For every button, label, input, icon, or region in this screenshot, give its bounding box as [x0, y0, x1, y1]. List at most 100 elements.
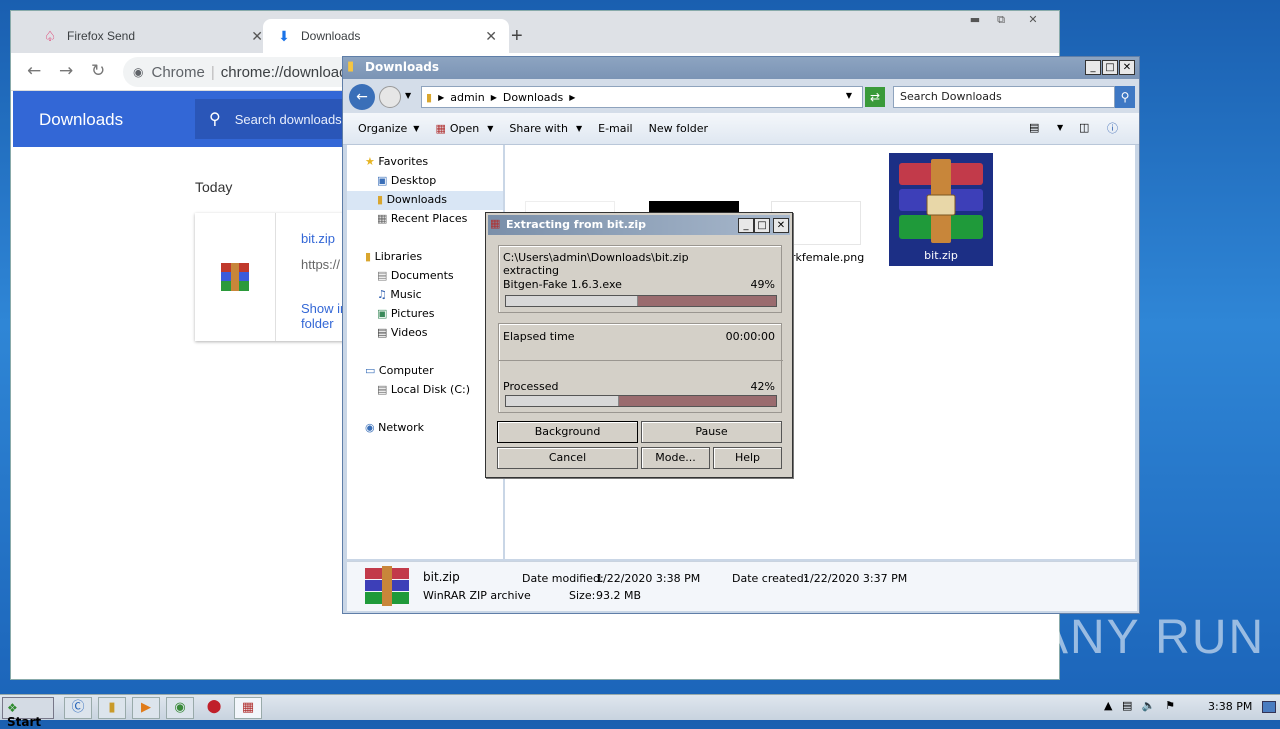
help-button[interactable]: Help	[713, 447, 782, 469]
tree-documents[interactable]: ▤ Documents	[377, 269, 454, 282]
file-progress-bar	[505, 295, 777, 307]
search-icon[interactable]: ⚲	[1115, 86, 1135, 108]
tab-firefox-send[interactable]: ♤ Firefox Send ✕	[29, 19, 275, 53]
maximize-icon[interactable]: □	[754, 218, 770, 233]
file-name: bit.zip	[924, 249, 958, 262]
close-icon[interactable]: ✕	[773, 218, 789, 233]
close-icon[interactable]: ✕	[1119, 60, 1135, 75]
tree-music[interactable]: ♫ Music	[377, 288, 422, 301]
explorer-toolbar: Organize ▼ ▦ Open ▼ Share with ▼ E-mail …	[343, 113, 1139, 145]
anyrun-watermark: ANY RUN	[1036, 611, 1266, 664]
pictures-icon: ▣	[377, 307, 388, 320]
tree-desktop[interactable]: ▣ Desktop	[377, 174, 436, 187]
chevron-down-icon[interactable]: ▼	[1057, 123, 1063, 132]
tree-network[interactable]: ◉ Network	[365, 421, 424, 434]
start-button[interactable]: ❖ Start	[2, 697, 54, 729]
details-pane: bit.zip WinRAR ZIP archive Date modified…	[347, 561, 1137, 611]
view-icon[interactable]: ▤	[1029, 121, 1039, 134]
show-desktop-button[interactable]	[1262, 701, 1276, 713]
cancel-button[interactable]: Cancel	[497, 447, 638, 469]
tree-recent-places[interactable]: ▦ Recent Places	[377, 212, 467, 225]
desktop-icon: ▣	[377, 174, 388, 187]
breadcrumb-downloads[interactable]: Downloads	[503, 91, 563, 104]
open-button[interactable]: Open	[450, 122, 479, 135]
winrar-icon: ▦	[490, 217, 501, 230]
chevron-down-icon[interactable]: ▼	[405, 91, 411, 100]
volume-icon[interactable]: 🔈	[1142, 699, 1156, 712]
pause-button[interactable]: Pause	[641, 421, 782, 443]
opera-icon[interactable]: ⬤	[200, 697, 228, 719]
explorer-title: ▮ Downloads	[343, 57, 1139, 79]
close-tab-icon[interactable]: ✕	[485, 28, 497, 45]
current-file: Bitgen-Fake 1.6.3.exe	[503, 278, 622, 291]
tree-pictures[interactable]: ▣ Pictures	[377, 307, 434, 320]
tree-videos[interactable]: ▤ Videos	[377, 326, 427, 339]
minimize-icon[interactable]: _	[738, 218, 754, 233]
minimize-icon[interactable]: _	[1085, 60, 1101, 75]
close-tab-icon[interactable]: ✕	[251, 28, 263, 45]
file-progress-fill	[506, 296, 639, 306]
new-folder-button[interactable]: New folder	[649, 122, 708, 135]
maximize-icon[interactable]: □	[1102, 60, 1118, 75]
help-icon[interactable]: ⓘ	[1107, 120, 1118, 136]
refresh-icon[interactable]: ⇄	[865, 87, 885, 107]
chevron-down-icon[interactable]: ▼	[846, 91, 852, 100]
back-arrow-icon[interactable]: ←	[27, 61, 41, 81]
minimize-icon[interactable]: ▬	[963, 13, 987, 27]
winrar-taskbar-icon[interactable]: ▦	[234, 697, 262, 719]
file-item-bitzip[interactable]: bit.zip	[889, 153, 993, 266]
network-icon[interactable]: ▤	[1122, 699, 1132, 712]
videos-icon: ▤	[377, 326, 388, 339]
new-tab-button[interactable]: +	[511, 25, 523, 48]
details-type: WinRAR ZIP archive	[423, 589, 531, 602]
reload-icon[interactable]: ↻	[91, 61, 105, 81]
clock[interactable]: 3:38 PM	[1208, 700, 1252, 713]
restore-icon[interactable]: ⧉	[989, 13, 1013, 27]
file-name[interactable]: rkfemale.png	[791, 251, 864, 264]
download-icon: ⬇	[278, 27, 290, 44]
breadcrumb-admin[interactable]: admin	[450, 91, 484, 104]
chrome-icon[interactable]: ◉	[166, 697, 194, 719]
close-window-icon[interactable]: ✕	[1021, 13, 1045, 27]
background-button[interactable]: Background	[497, 421, 638, 443]
tree-local-disk[interactable]: ▤ Local Disk (C:)	[377, 383, 470, 396]
tree-downloads[interactable]: ▮ Downloads	[347, 191, 503, 210]
page-title: Downloads	[39, 110, 124, 129]
chrome-icon: ◉	[133, 65, 144, 79]
email-button[interactable]: E-mail	[598, 122, 633, 135]
windows-logo-icon: ❖	[7, 701, 18, 715]
back-arrow-icon[interactable]: ←	[349, 84, 375, 110]
forward-arrow-icon[interactable]: →	[59, 61, 73, 81]
music-icon: ♫	[377, 288, 387, 301]
show-hidden-icon[interactable]: ▲	[1104, 699, 1112, 712]
file-percent: 49%	[750, 278, 775, 291]
documents-icon: ▤	[377, 269, 388, 282]
folder-icon: ▮	[347, 59, 355, 74]
forward-arrow-icon[interactable]	[379, 86, 401, 108]
tab-downloads[interactable]: ⬇ Downloads ✕	[263, 19, 509, 53]
share-with-button[interactable]: Share with	[509, 122, 568, 135]
winrar-icon	[219, 261, 251, 296]
system-tray: ▲ ▤ 🔈 ⚑	[1104, 699, 1175, 712]
media-player-icon[interactable]: ▶	[132, 697, 160, 719]
network-icon: ◉	[365, 421, 375, 434]
tab-bar: ♤ Firefox Send ✕ ⬇ Downloads ✕ + ▬ ⧉ ✕	[11, 11, 1059, 53]
mode-button[interactable]: Mode...	[641, 447, 710, 469]
explorer-folder-icon[interactable]: ▮	[98, 697, 126, 719]
winrar-icon	[899, 159, 983, 243]
downloads-folder-icon: ▮	[377, 193, 384, 206]
details-modified: 1/22/2020 3:38 PM	[596, 572, 701, 585]
download-filename-link[interactable]: bit.zip	[301, 231, 335, 246]
organize-button[interactable]: Organize	[358, 122, 407, 135]
total-progress-fill	[506, 396, 620, 406]
preview-pane-icon[interactable]: ◫	[1079, 121, 1089, 134]
internet-explorer-icon[interactable]: Ⓒ	[64, 697, 92, 719]
flag-icon[interactable]: ⚑	[1165, 699, 1175, 712]
tree-computer[interactable]: ▭ Computer	[365, 364, 434, 377]
totals-group: Elapsed time 00:00:00 Processed 42%	[498, 323, 783, 413]
search-downloads-field[interactable]: Search Downloads	[893, 86, 1115, 108]
tree-favorites[interactable]: ★ Favorites	[365, 155, 428, 168]
explorer-nav-bar: ← ▼ ▮ ▶ admin ▶ Downloads ▶ ▼ ⇄ Search D…	[343, 79, 1139, 113]
breadcrumb[interactable]: ▮ ▶ admin ▶ Downloads ▶ ▼	[421, 86, 863, 108]
tree-libraries[interactable]: ▮ Libraries	[365, 250, 422, 263]
